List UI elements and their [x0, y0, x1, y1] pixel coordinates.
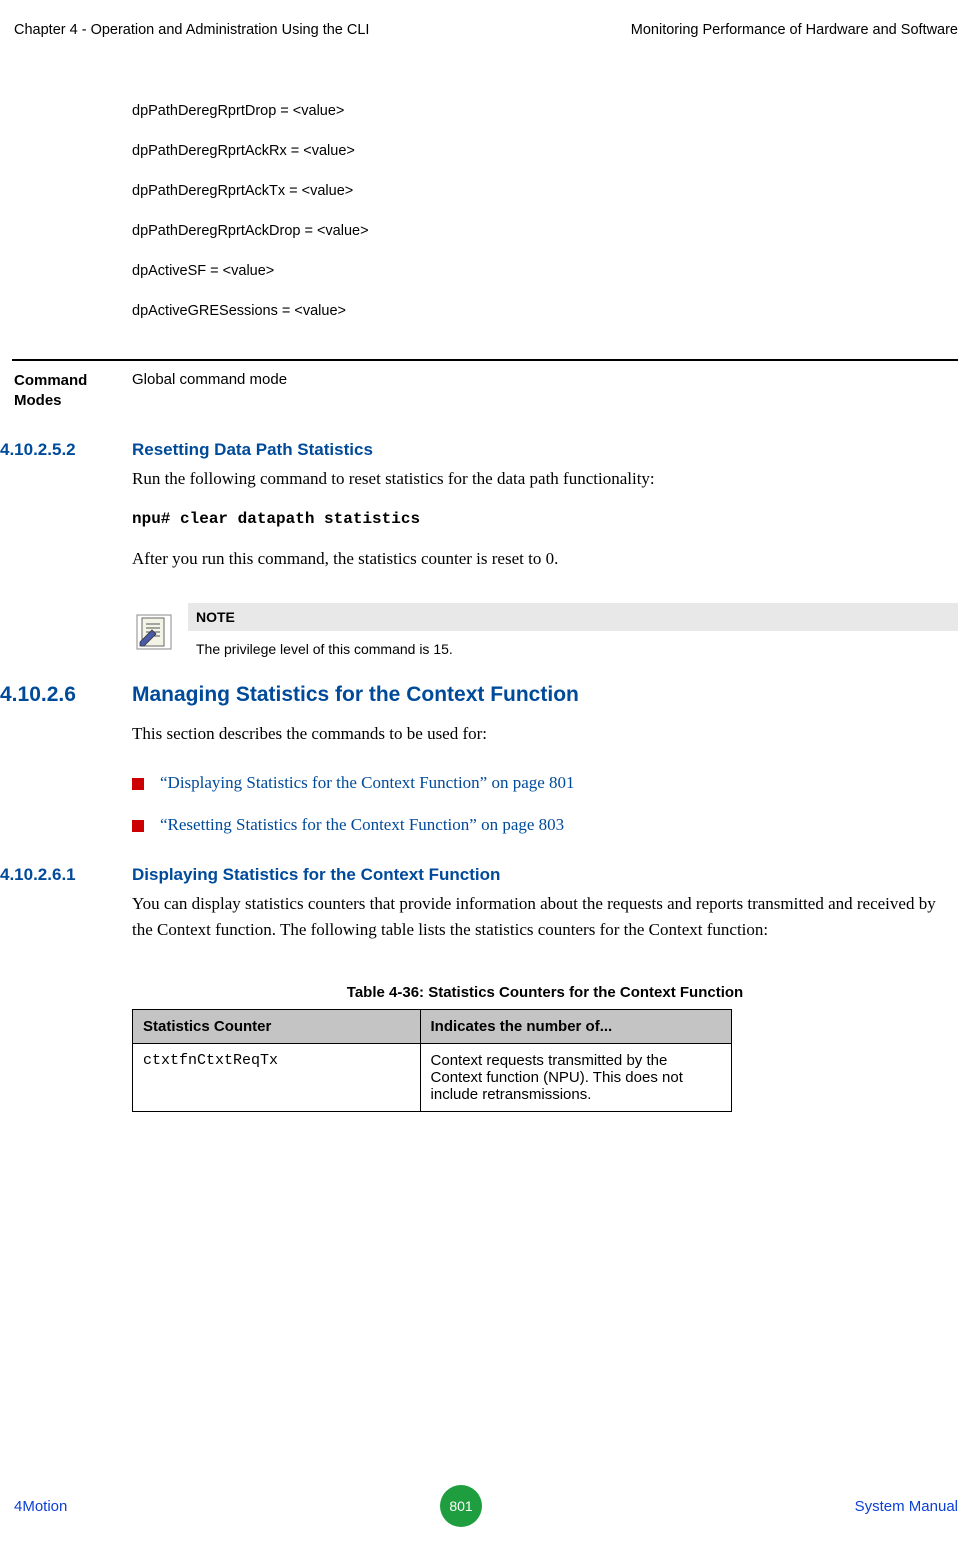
table-header-cell: Indicates the number of...	[420, 1009, 731, 1043]
page-number-badge: 801	[440, 1485, 482, 1527]
note-icon	[132, 603, 176, 661]
xref-text[interactable]: “Resetting Statistics for the Context Fu…	[160, 815, 564, 835]
body-text: This section describes the commands to b…	[132, 721, 958, 747]
value-line: dpActiveSF = <value>	[132, 263, 958, 279]
note-heading: NOTE	[188, 603, 958, 631]
xref-text[interactable]: “Displaying Statistics for the Context F…	[160, 773, 575, 793]
context-stats-table: Statistics Counter Indicates the number …	[132, 1009, 732, 1112]
table-cell-counter: ctxtfnCtxtReqTx	[133, 1043, 421, 1111]
page-footer: 4Motion 801 System Manual	[0, 1485, 968, 1527]
section-heading: 4.10.2.5.2 Resetting Data Path Statistic…	[0, 440, 958, 460]
value-output-list: dpPathDeregRprtDrop = <value> dpPathDere…	[132, 103, 958, 319]
value-line: dpActiveGRESessions = <value>	[132, 303, 958, 319]
xref-item[interactable]: “Displaying Statistics for the Context F…	[132, 773, 958, 793]
xref-item[interactable]: “Resetting Statistics for the Context Fu…	[132, 815, 958, 835]
section-number: 4.10.2.5.2	[0, 440, 132, 460]
note-body: The privilege level of this command is 1…	[188, 631, 958, 661]
table-cell-desc: Context requests transmitted by the Cont…	[420, 1043, 731, 1111]
note-callout: NOTE The privilege level of this command…	[132, 603, 958, 661]
body-text: You can display statistics counters that…	[132, 891, 958, 944]
footer-center: 801	[440, 1485, 482, 1527]
value-line: dpPathDeregRprtAckTx = <value>	[132, 183, 958, 199]
section-heading: 4.10.2.6 Managing Statistics for the Con…	[0, 683, 958, 707]
section-title: Displaying Statistics for the Context Fu…	[132, 865, 500, 885]
header-right: Monitoring Performance of Hardware and S…	[631, 22, 958, 38]
bullet-icon	[132, 820, 144, 832]
value-line: dpPathDeregRprtAckRx = <value>	[132, 143, 958, 159]
body-text: Run the following command to reset stati…	[132, 466, 958, 492]
footer-right: System Manual	[855, 1498, 958, 1515]
page-header: Chapter 4 - Operation and Administration…	[0, 22, 968, 38]
section-number: 4.10.2.6.1	[0, 865, 132, 885]
bullet-icon	[132, 778, 144, 790]
table-header-cell: Statistics Counter	[133, 1009, 421, 1043]
command-modes-value: Global command mode	[132, 371, 287, 388]
value-line: dpPathDeregRprtDrop = <value>	[132, 103, 958, 119]
table-header-row: Statistics Counter Indicates the number …	[133, 1009, 732, 1043]
xref-list: “Displaying Statistics for the Context F…	[132, 773, 958, 835]
section-heading: 4.10.2.6.1 Displaying Statistics for the…	[0, 865, 958, 885]
command-modes-label: Command Modes	[14, 371, 132, 410]
section-title: Managing Statistics for the Context Func…	[132, 683, 579, 707]
header-left: Chapter 4 - Operation and Administration…	[14, 22, 369, 38]
section-number: 4.10.2.6	[0, 683, 132, 707]
command-modes-block: Command Modes Global command mode	[12, 359, 958, 410]
value-line: dpPathDeregRprtAckDrop = <value>	[132, 223, 958, 239]
body-text: After you run this command, the statisti…	[132, 546, 958, 572]
section-title: Resetting Data Path Statistics	[132, 440, 373, 460]
table-row: ctxtfnCtxtReqTx Context requests transmi…	[133, 1043, 732, 1111]
cli-command: npu# clear datapath statistics	[132, 510, 958, 528]
table-caption: Table 4-36: Statistics Counters for the …	[132, 984, 958, 1001]
footer-left: 4Motion	[14, 1498, 67, 1515]
